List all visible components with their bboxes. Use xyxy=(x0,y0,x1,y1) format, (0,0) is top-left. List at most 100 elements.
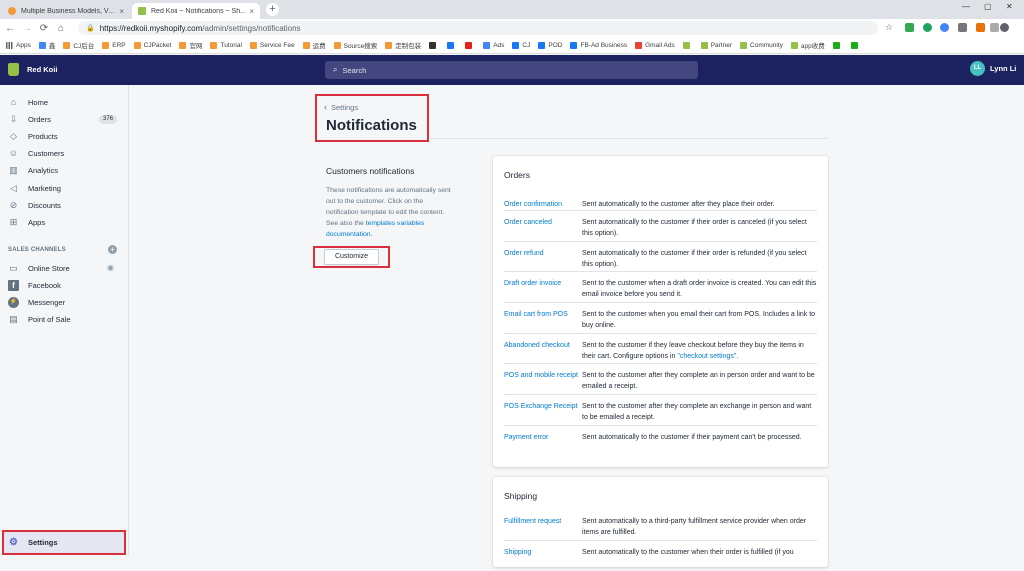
close-tab-icon[interactable]: × xyxy=(119,7,124,16)
bookmark-item[interactable]: Ads xyxy=(483,41,505,49)
notification-template-link[interactable]: Order confirmation xyxy=(504,200,582,210)
notification-row: Fulfillment request Sent automatically to… xyxy=(504,510,817,541)
bookmark-item[interactable]: Tutorial xyxy=(210,41,242,49)
notification-template-link[interactable]: Draft order invoice xyxy=(504,279,582,302)
bookmark-favicon-icon xyxy=(333,41,341,49)
customize-button[interactable]: Customize xyxy=(324,249,379,265)
notification-template-link[interactable]: Order canceled xyxy=(504,218,582,241)
bookmark-item[interactable]: Source搜索 xyxy=(333,40,377,50)
sidebar-item-customers[interactable]: ☺ Customers xyxy=(0,145,128,162)
breadcrumb[interactable]: ‹ Settings xyxy=(324,102,358,112)
sidebar-item-products[interactable]: ◇ Products xyxy=(0,128,128,145)
bookmark-label: ERP xyxy=(112,41,126,49)
profile-icon[interactable] xyxy=(1000,23,1009,32)
sidebar-item-settings[interactable]: ⚙ Settings xyxy=(2,530,126,555)
bookmark-item[interactable]: CJPacket xyxy=(133,41,172,49)
notification-template-link[interactable]: Abandoned checkout xyxy=(504,341,582,363)
extension-icon[interactable] xyxy=(905,23,914,32)
extension-icon[interactable] xyxy=(958,23,967,32)
reload-icon[interactable]: ⟳ xyxy=(37,23,51,34)
bookmark-item[interactable]: app收费 xyxy=(790,40,825,50)
bookmark-item[interactable]: CJ后台 xyxy=(63,40,94,50)
new-tab-button[interactable]: + xyxy=(266,3,279,16)
person-icon: ☺ xyxy=(8,148,19,158)
bookmark-item[interactable]: Gmail Ads xyxy=(635,41,675,49)
sidebar-item-apps[interactable]: ⊞ Apps xyxy=(0,214,128,231)
notification-template-link[interactable]: Payment error xyxy=(504,433,582,456)
notification-template-link[interactable]: Fulfillment request xyxy=(504,517,582,540)
extension-icon[interactable] xyxy=(940,23,949,32)
bookmark-favicon-icon xyxy=(832,41,840,49)
bookmark-favicon-icon xyxy=(850,41,858,49)
extension-icon[interactable] xyxy=(976,23,985,32)
bookmark-item[interactable]: FB-Ad Business xyxy=(570,41,627,49)
notification-template-link[interactable]: Shipping xyxy=(504,548,582,571)
forward-icon[interactable]: → xyxy=(20,23,34,34)
back-icon[interactable]: ← xyxy=(3,23,17,34)
bookmark-favicon-icon xyxy=(302,41,310,49)
bookmark-item[interactable]: Service Fee xyxy=(249,41,295,49)
bookmark-item[interactable] xyxy=(447,41,457,49)
bookmark-item[interactable]: Partner xyxy=(700,41,732,49)
sidebar-item-online-store[interactable]: ▭ Online Store ◉ xyxy=(0,260,128,277)
browser-tab-1[interactable]: Multiple Business Models, Va... × xyxy=(2,3,130,19)
url-input[interactable]: 🔒 https://redkoii.myshopify.com/admin/se… xyxy=(78,21,878,35)
sidebar-item-point-of-sale[interactable]: ▤ Point of Sale xyxy=(0,311,128,328)
sidebar-item-orders[interactable]: ⇩ Orders 376 xyxy=(0,111,128,128)
bookmark-label: Tutorial xyxy=(220,41,242,49)
home-browser-icon[interactable]: ⌂ xyxy=(54,23,68,34)
store-switcher[interactable]: Red Koii xyxy=(8,63,57,76)
desc-text: Sent to the customer after they complete… xyxy=(582,372,815,390)
bookmark-label: CJPacket xyxy=(143,41,172,49)
notification-template-link[interactable]: Email cart from POS xyxy=(504,310,582,333)
eye-icon[interactable]: ◉ xyxy=(107,263,114,272)
bookmark-label: POD xyxy=(548,41,563,49)
browser-tab-2[interactable]: Red Koii ~ Notifications ~ Sh... × xyxy=(132,3,260,19)
megaphone-icon: ◁ xyxy=(10,183,17,193)
notification-template-link[interactable]: POS Exchange Receipt xyxy=(504,402,582,425)
sidebar-item-facebook[interactable]: f Facebook xyxy=(0,277,128,294)
sidebar-item-messenger[interactable]: ⚡ Messenger xyxy=(0,294,128,311)
bookmark-label: CJ xyxy=(522,41,531,49)
extension-icon[interactable] xyxy=(990,23,999,32)
bookmark-item[interactable]: 鑫 xyxy=(38,40,56,50)
bookmark-label: Ads xyxy=(493,41,505,49)
bookmark-item[interactable]: Community xyxy=(740,41,783,49)
messenger-icon: ⚡ xyxy=(8,297,19,308)
bookmark-item[interactable]: 定制包装 xyxy=(385,40,421,50)
extension-icon[interactable] xyxy=(923,23,932,32)
bookmark-item[interactable] xyxy=(682,41,693,49)
bookmark-item[interactable]: ERP xyxy=(102,41,126,49)
bookmark-item[interactable] xyxy=(832,41,843,49)
bookmark-item[interactable]: 官网 xyxy=(179,40,202,50)
user-menu[interactable]: LL Lynn Li xyxy=(970,61,1016,76)
bookmark-favicon-icon xyxy=(538,41,546,49)
bookmark-item[interactable] xyxy=(429,41,439,49)
home-icon: ⌂ xyxy=(10,97,17,107)
sidebar-item-analytics[interactable]: ▥ Analytics xyxy=(0,162,128,179)
sidebar-item-label: Online Store xyxy=(28,264,70,273)
checkout-settings-link[interactable]: "checkout settings" xyxy=(677,353,736,360)
search-input[interactable]: ⌕ Search xyxy=(325,61,698,79)
sidebar: ⌂ Home ⇩ Orders 376 ◇ Products ☺ Customers ▥ A… xyxy=(0,85,129,556)
notification-template-link[interactable]: POS and mobile receipt xyxy=(504,371,582,394)
sidebar-item-home[interactable]: ⌂ Home xyxy=(0,94,128,111)
bookmark-item[interactable]: CJ xyxy=(512,41,531,49)
bookmark-item[interactable] xyxy=(465,41,475,49)
close-tab-icon[interactable]: × xyxy=(249,7,254,16)
bookmark-item[interactable]: Apps xyxy=(6,41,31,49)
sidebar-item-discounts[interactable]: ⊘ Discounts xyxy=(0,197,128,214)
add-channel-button[interactable]: + xyxy=(108,245,117,254)
maximize-icon[interactable]: ▢ xyxy=(984,2,992,11)
bookmark-favicon-icon xyxy=(512,41,520,49)
bookmark-item[interactable] xyxy=(850,41,861,49)
close-window-icon[interactable]: ✕ xyxy=(1006,2,1013,11)
minimize-icon[interactable]: — xyxy=(962,2,970,11)
star-icon[interactable]: ☆ xyxy=(885,22,894,32)
notification-template-link[interactable]: Order refund xyxy=(504,249,582,271)
bookmark-item[interactable]: POD xyxy=(538,41,563,49)
bookmark-item[interactable]: 运费 xyxy=(302,40,326,50)
bookmark-label: 鑫 xyxy=(48,43,56,50)
sidebar-item-marketing[interactable]: ◁ Marketing xyxy=(0,180,128,197)
bookmark-favicon-icon xyxy=(447,41,455,49)
